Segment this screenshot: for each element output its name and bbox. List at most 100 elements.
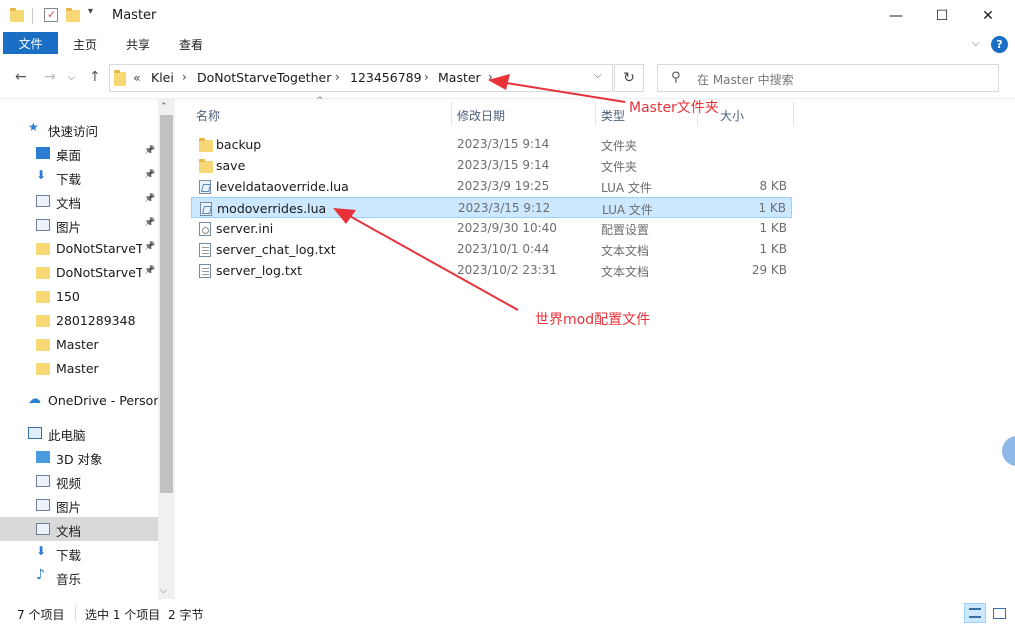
picture-icon [36,499,50,511]
sidebar-item[interactable]: 2801289348 [0,309,158,333]
properties-icon[interactable]: ✓ [44,8,58,22]
breadcrumb-master[interactable]: Master [438,70,481,85]
window-title: Master [112,8,157,23]
pin-icon: 📌 [144,146,156,156]
breadcrumb-klei[interactable]: Klei [151,70,174,85]
recent-locations-icon[interactable]: ⌵ [68,73,75,83]
ribbon [0,32,1015,56]
sidebar-item[interactable]: 图片 [0,493,158,517]
column-separator[interactable] [595,102,596,126]
sidebar-item[interactable]: 视频 [0,469,158,493]
back-arrow-icon[interactable]: ← [15,69,27,85]
chevron-right-icon[interactable]: › [424,70,429,84]
column-size[interactable]: 大小 [720,107,744,133]
file-type: 文件夹 [601,139,638,153]
address-dropdown-icon[interactable]: ⌵ [594,70,602,81]
file-size: 1 KB [758,201,786,215]
file-date: 2023/9/30 10:40 [457,221,557,235]
refresh-button[interactable]: ↻ [614,64,644,92]
sidebar-item-label: 下载 [56,172,82,187]
file-row[interactable]: leveldataoverride.lua 2023/3/9 19:25 LUA 文… [191,176,792,197]
sidebar-item[interactable]: 3D 对象 [0,445,158,469]
file-size: 1 KB [759,242,787,256]
chevron-right-icon[interactable]: › [182,70,187,84]
ribbon-expand-icon[interactable]: ⌵ [972,38,980,49]
file-name: modoverrides.lua [217,201,327,216]
sidebar-item[interactable]: 文档 [0,517,158,541]
help-button[interactable]: ? [991,36,1008,53]
sidebar-item[interactable]: DoNotStarveTogether📌 [0,237,158,261]
column-date[interactable]: 修改日期 [457,107,505,133]
star-icon: ★ [28,120,39,134]
sidebar-item[interactable]: 文档 📌 [0,189,158,213]
pin-icon: 📌 [144,194,156,204]
sidebar-item[interactable]: 桌面 📌 [0,141,158,165]
file-date: 2023/3/15 9:14 [457,158,550,172]
sidebar-item[interactable]: Master [0,333,158,357]
large-icons-view-button[interactable] [988,603,1010,623]
nav-scroll-thumb[interactable] [160,115,173,493]
sidebar-item[interactable]: ★ 快速访问 [0,117,158,141]
chevron-right-icon[interactable]: › [335,70,340,84]
folder-icon [36,267,50,279]
file-row[interactable]: save 2023/3/15 9:14 文件夹 [191,155,792,176]
new-folder-icon[interactable] [66,8,80,22]
video-icon [36,475,50,487]
column-type[interactable]: 类型 [601,107,625,133]
file-type: 配置设置 [601,223,650,237]
file-name: save [216,158,246,173]
sidebar-item[interactable]: ☁ OneDrive - Personal [0,389,158,413]
folder-icon [36,339,50,351]
sidebar-item[interactable]: DoNotStarveTogether📌 [0,261,158,285]
file-row[interactable]: server.ini 2023/9/30 10:40 配置设置 1 KB [191,218,792,239]
sidebar-item[interactable]: ⬇ 下载 📌 [0,165,158,189]
file-size: 8 KB [759,179,787,193]
cube-icon [36,451,50,463]
close-button[interactable]: ✕ [965,0,1011,32]
column-separator[interactable] [451,102,452,126]
sidebar-item-label: DoNotStarveTogether [56,265,142,280]
sidebar-item-label: DoNotStarveTogether [56,241,142,256]
tab-home[interactable]: 主页 [73,36,97,53]
file-row[interactable]: server_log.txt 2023/10/2 23:31 文本文档 29 KB [191,260,792,281]
minimize-button[interactable]: — [873,0,919,32]
tab-share[interactable]: 共享 [126,36,150,53]
sidebar-item-label: 2801289348 [56,313,136,328]
file-type: 文件夹 [601,160,638,174]
sidebar-item-label: 下载 [56,548,82,563]
sidebar-item[interactable]: 此电脑 [0,421,158,445]
scroll-up-icon[interactable]: ⌃ [160,102,168,112]
sidebar-item[interactable]: 150 [0,285,158,309]
document-icon [36,523,50,535]
file-row[interactable]: modoverrides.lua 2023/3/15 9:12 LUA 文件 1 KB [191,197,792,218]
file-date: 2023/10/1 0:44 [457,242,550,256]
sidebar-item[interactable]: ♪ 音乐 [0,565,158,589]
file-row[interactable]: server_chat_log.txt 2023/10/1 0:44 文本文档 1 K… [191,239,792,260]
scroll-down-icon[interactable]: ⌵ [160,586,167,596]
maximize-button[interactable]: ☐ [919,0,965,32]
column-name[interactable]: 名称 [196,107,220,133]
breadcrumb-123456789[interactable]: 123456789 [350,70,422,85]
large-icons-view-icon [993,608,1006,619]
forward-arrow-icon[interactable]: → [44,69,56,85]
desktop-icon [36,147,50,159]
up-arrow-icon[interactable]: ↑ [89,69,101,85]
tab-view[interactable]: 查看 [179,36,203,53]
folder-icon [36,315,50,327]
sidebar-item[interactable]: ⬇ 下载 [0,541,158,565]
file-row[interactable]: backup 2023/3/15 9:14 文件夹 [191,134,792,155]
breadcrumb-overflow[interactable]: « [133,70,141,85]
chevron-right-icon[interactable]: › [488,70,493,84]
quick-access-dropdown-icon[interactable]: ▾ [88,6,93,17]
breadcrumb-donotstarvetogether[interactable]: DoNotStarveTogether [197,70,331,85]
folder-icon [36,291,50,303]
tab-file[interactable]: 文件 [3,32,58,54]
sidebar-item-label: 此电脑 [48,428,86,443]
sidebar-item[interactable]: Master [0,357,158,381]
pin-icon: 📌 [144,242,156,252]
status-selection: 选中 1 个项目 [85,608,161,622]
column-separator[interactable] [793,102,794,126]
details-view-button[interactable] [964,603,986,623]
sidebar-item[interactable]: 图片 📌 [0,213,158,237]
file-name: backup [216,137,262,152]
